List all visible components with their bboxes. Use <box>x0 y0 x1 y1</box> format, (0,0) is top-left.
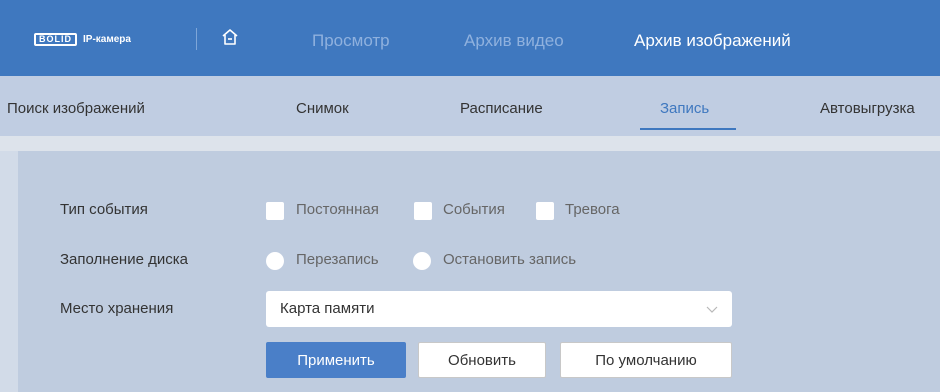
disk-full-label: Заполнение диска <box>60 251 188 268</box>
radio-stop-recording[interactable] <box>413 252 431 270</box>
home-icon[interactable] <box>220 27 240 47</box>
storage-label: Место хранения <box>60 300 174 317</box>
tab-image-search[interactable]: Поиск изображений <box>7 100 145 117</box>
checkbox-continuous-label: Постоянная <box>296 201 379 218</box>
sub-navigation: Поиск изображений Снимок Расписание Запи… <box>0 76 940 136</box>
radio-overwrite[interactable] <box>266 252 284 270</box>
checkbox-alarm[interactable] <box>536 202 554 220</box>
tab-recording[interactable]: Запись <box>660 100 709 117</box>
apply-button[interactable]: Применить <box>266 342 406 378</box>
nav-live-view[interactable]: Просмотр <box>312 31 390 51</box>
tab-snapshot[interactable]: Снимок <box>296 100 349 117</box>
storage-select-value: Карта памяти <box>280 300 375 317</box>
logo-brand: BOLID <box>34 32 77 46</box>
tab-schedule[interactable]: Расписание <box>460 100 543 117</box>
radio-overwrite-label: Перезапись <box>296 251 379 268</box>
radio-stop-recording-label: Остановить запись <box>443 251 577 268</box>
chevron-down-icon <box>706 302 718 314</box>
tab-auto-upload[interactable]: Автовыгрузка <box>820 100 915 117</box>
refresh-button[interactable]: Обновить <box>418 342 546 378</box>
nav-video-archive[interactable]: Архив видео <box>464 31 564 51</box>
storage-select[interactable]: Карта памяти <box>266 291 732 327</box>
checkbox-events-label: События <box>443 201 505 218</box>
header-divider <box>196 28 197 50</box>
nav-image-archive[interactable]: Архив изображений <box>634 31 791 51</box>
top-header: BOLID IP-камера Просмотр Архив видео Арх… <box>0 0 940 76</box>
checkbox-alarm-label: Тревога <box>565 201 620 218</box>
checkbox-continuous[interactable] <box>266 202 284 220</box>
default-button[interactable]: По умолчанию <box>560 342 732 378</box>
logo-text: IP-камера <box>83 33 131 45</box>
checkbox-events[interactable] <box>414 202 432 220</box>
divider-stripe <box>0 136 940 151</box>
logo: BOLID IP-камера <box>34 32 131 46</box>
event-type-label: Тип события <box>60 201 148 218</box>
active-tab-indicator <box>640 128 736 130</box>
